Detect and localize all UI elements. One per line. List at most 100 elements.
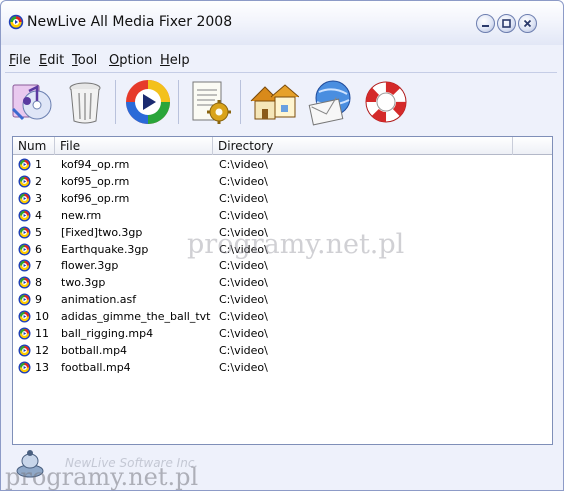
row-file: ball_rigging.mp4 xyxy=(61,327,154,340)
row-file: adidas_gimme_the_ball_tvtal... xyxy=(61,310,211,324)
toolbar-separator xyxy=(115,80,116,124)
app-logo-icon xyxy=(8,14,24,30)
media-file-icon xyxy=(18,344,31,357)
list-header: Num File Directory xyxy=(13,137,552,155)
media-file-icon xyxy=(18,327,31,340)
row-num: 8 xyxy=(35,276,42,290)
row-num: 6 xyxy=(35,242,42,256)
row-file: [Fixed]two.3gp xyxy=(61,225,143,239)
toolbar-separator xyxy=(240,80,241,124)
close-icon xyxy=(523,19,532,28)
table-row[interactable]: 8 two.3gp C:\video\ xyxy=(13,274,552,291)
media-file-icon xyxy=(18,310,31,323)
toolbar-separator xyxy=(178,80,179,124)
menu-file[interactable]: File xyxy=(9,53,31,68)
media-file-icon xyxy=(18,158,31,171)
home-button[interactable] xyxy=(249,76,299,128)
row-directory: C:\video\ xyxy=(219,158,268,171)
trash-bin-icon xyxy=(69,82,101,124)
app-window: NewLive All Media Fixer 2008 File Edit T… xyxy=(0,0,564,491)
row-directory: C:\video\ xyxy=(219,276,268,290)
row-num: 10 xyxy=(35,310,49,324)
row-num: 12 xyxy=(35,343,49,357)
table-row[interactable]: 6 Earthquake.3gp C:\video\ xyxy=(13,241,552,258)
row-directory: C:\video\ xyxy=(219,242,268,256)
row-num: 1 xyxy=(35,158,42,171)
table-row[interactable]: 1 kof94_op.rm C:\video\ xyxy=(13,156,552,173)
houses-icon xyxy=(250,84,299,120)
menu-option[interactable]: Option xyxy=(109,53,152,68)
toolbar xyxy=(5,74,561,130)
menu-help[interactable]: Help xyxy=(160,53,190,68)
table-row[interactable]: 12 botball.mp4 C:\video\ xyxy=(13,342,552,359)
table-row[interactable]: 3 kof96_op.rm C:\video\ xyxy=(13,190,552,207)
media-file-icon xyxy=(18,175,31,188)
row-file: new.rm xyxy=(61,208,102,222)
menu-bar: File Edit Tool Option Help xyxy=(5,50,561,72)
media-file-icon xyxy=(18,276,31,289)
row-num: 11 xyxy=(35,327,49,340)
media-list[interactable]: Num File Directory 1 kof94_op.rm C:\video\… xyxy=(12,136,553,445)
row-num: 7 xyxy=(35,259,42,273)
menu-edit[interactable]: Edit xyxy=(39,53,64,68)
table-row[interactable]: 7 flower.3gp C:\video\ xyxy=(13,257,552,274)
table-row[interactable]: 10 adidas_gimme_the_ball_tvtal... C:\video… xyxy=(13,308,552,325)
row-directory: C:\video\ xyxy=(219,191,268,205)
close-button[interactable] xyxy=(518,14,537,33)
column-header-directory[interactable]: Directory xyxy=(213,137,513,155)
row-file: animation.asf xyxy=(61,293,137,307)
table-row[interactable]: 5 [Fixed]two.3gp C:\video\ xyxy=(13,224,552,241)
document-gear-icon xyxy=(192,81,231,124)
menu-tool[interactable]: Tool xyxy=(72,53,97,68)
column-header-file[interactable]: File xyxy=(55,137,213,155)
media-file-icon xyxy=(18,192,31,205)
row-num: 3 xyxy=(35,191,42,205)
media-file-icon xyxy=(18,293,31,306)
row-num: 4 xyxy=(35,208,42,222)
maximize-icon xyxy=(502,19,511,28)
menu-divider xyxy=(5,72,557,73)
row-file: kof95_op.rm xyxy=(61,174,130,188)
help-button[interactable] xyxy=(361,76,411,128)
row-file: botball.mp4 xyxy=(61,343,128,357)
row-num: 13 xyxy=(35,360,49,374)
window-title: NewLive All Media Fixer 2008 xyxy=(27,14,233,30)
row-file: kof96_op.rm xyxy=(61,191,130,205)
fix-button[interactable] xyxy=(123,76,173,128)
row-file: flower.3gp xyxy=(61,259,119,273)
email-button[interactable] xyxy=(306,76,356,128)
column-header-num[interactable]: Num xyxy=(13,137,55,155)
table-row[interactable]: 4 new.rm C:\video\ xyxy=(13,207,552,224)
row-directory: C:\video\ xyxy=(219,327,268,340)
newlive-logo-icon xyxy=(16,450,44,478)
row-directory: C:\video\ xyxy=(219,360,268,374)
row-directory: C:\video\ xyxy=(219,225,268,239)
column-header-filler xyxy=(513,137,552,155)
table-row[interactable]: 11 ball_rigging.mp4 C:\video\ xyxy=(13,325,552,342)
row-num: 9 xyxy=(35,293,42,307)
maximize-button[interactable] xyxy=(497,14,516,33)
row-num: 5 xyxy=(35,225,42,239)
table-row[interactable]: 2 kof95_op.rm C:\video\ xyxy=(13,173,552,190)
settings-button[interactable] xyxy=(185,76,235,128)
row-num: 2 xyxy=(35,174,42,188)
minimize-icon xyxy=(482,25,489,27)
row-directory: C:\video\ xyxy=(219,259,268,273)
delete-button[interactable] xyxy=(60,76,110,128)
media-file-icon xyxy=(18,361,31,374)
title-bar[interactable]: NewLive All Media Fixer 2008 xyxy=(1,1,563,45)
row-directory: C:\video\ xyxy=(219,310,268,324)
minimize-button[interactable] xyxy=(476,14,495,33)
add-media-button[interactable] xyxy=(7,76,57,128)
media-file-icon xyxy=(18,243,31,256)
email-globe-icon xyxy=(308,80,351,126)
row-file: football.mp4 xyxy=(61,360,131,374)
media-files-icon xyxy=(11,84,52,121)
media-file-icon xyxy=(18,259,31,272)
row-directory: C:\video\ xyxy=(219,343,268,357)
table-row[interactable]: 13 football.mp4 C:\video\ xyxy=(13,359,552,376)
table-row[interactable]: 9 animation.asf C:\video\ xyxy=(13,291,552,308)
row-file: Earthquake.3gp xyxy=(61,242,149,256)
media-file-icon xyxy=(18,226,31,239)
row-file: two.3gp xyxy=(61,276,106,290)
